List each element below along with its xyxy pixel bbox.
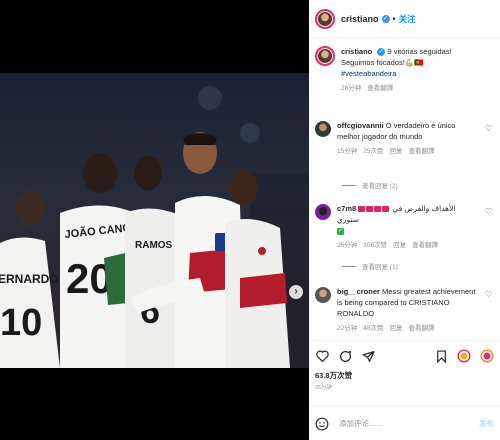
post-header: cristiano ✓ • 关注 <box>309 0 500 38</box>
emoji-icon[interactable] <box>315 417 329 431</box>
verified-badge-icon: ✓ <box>381 14 390 23</box>
comment-username[interactable]: big__croner <box>337 287 380 296</box>
action-bar: 63.8万次赞 26分钟 <box>309 340 500 406</box>
post-photo[interactable]: ERNARDO 10 JOÃO CANCELO 20 RAMOS 6 › <box>0 73 309 368</box>
comment-item: c7m8 الأهداف والفرص في ستوري ✓ 25分钟 106次… <box>309 203 500 251</box>
siren-emoji-icon <box>358 206 366 213</box>
comment-reply-link[interactable]: 回复 <box>393 240 406 251</box>
verified-badge-icon: ✓ <box>377 48 386 57</box>
comment-translate-link[interactable]: 查看翻譯 <box>408 323 434 334</box>
post-side-panel: cristiano ✓ • 关注 cristiano ✓ 9 vitórias … <box>309 0 500 440</box>
comment-reply-link[interactable]: 回复 <box>389 146 402 157</box>
photo-illustration: ERNARDO 10 JOÃO CANCELO 20 RAMOS 6 <box>0 86 309 368</box>
comment-reply-link[interactable]: 回复 <box>389 323 402 334</box>
add-comment-bar: 发布 <box>309 406 500 440</box>
media-pane: ERNARDO 10 JOÃO CANCELO 20 RAMOS 6 › <box>0 0 309 440</box>
caption-time: 26分钟 <box>341 85 362 92</box>
comment-likes[interactable]: 106次赞 <box>363 240 387 251</box>
comment-avatar[interactable] <box>315 287 331 303</box>
comment-item: offcgiovannii O verdadeiro é único melho… <box>309 120 500 157</box>
follow-button[interactable]: 关注 <box>399 13 416 25</box>
comment-username[interactable]: offcgiovannii <box>337 121 384 130</box>
comment-time: 25分钟 <box>337 242 358 249</box>
siren-emoji-icon <box>366 206 374 213</box>
comment-bubble-icon[interactable] <box>338 349 352 363</box>
jersey-name-3: RAMOS <box>135 240 173 251</box>
caption-username[interactable]: cristiano <box>341 47 372 56</box>
comment-username[interactable]: c7m8 <box>337 204 356 213</box>
caption-translate-link[interactable]: 查看翻譯 <box>367 83 393 94</box>
chevron-right-icon[interactable]: › <box>289 285 303 299</box>
story-ring-icon[interactable] <box>480 349 494 363</box>
check-emoji-icon: ✓ <box>337 227 344 235</box>
avatar[interactable] <box>315 8 335 29</box>
comment-time: 22分钟 <box>337 325 358 332</box>
comment-item: big__croner Messi greatest achievement i… <box>309 286 500 334</box>
comment-translate-link[interactable]: 查看翻譯 <box>408 146 434 157</box>
caption-text-line2: Seguimos focados!💪🏼🇵🇹 <box>341 58 424 67</box>
post-date: 26分钟 <box>315 385 333 391</box>
comment-like-heart-icon[interactable]: ♡ <box>485 124 492 133</box>
comment-avatar[interactable] <box>315 204 331 220</box>
jersey-name-1: ERNARDO <box>0 272 59 286</box>
header-username[interactable]: cristiano <box>341 14 379 24</box>
comment-input[interactable] <box>339 419 479 428</box>
siren-emoji-icon <box>374 206 382 213</box>
caption-avatar[interactable] <box>315 46 335 66</box>
view-replies-link[interactable]: 查看回复 (1) <box>342 261 398 271</box>
comment-like-heart-icon[interactable]: ♡ <box>485 207 492 216</box>
siren-emoji-icon <box>382 206 390 213</box>
comment-like-heart-icon[interactable]: ♡ <box>485 290 492 299</box>
likes-count[interactable]: 63.8万次赞 <box>315 370 494 381</box>
comment-translate-link[interactable]: 查看翻譯 <box>412 240 438 251</box>
like-heart-icon[interactable] <box>315 349 329 363</box>
post-comment-button[interactable]: 发布 <box>479 418 494 429</box>
comment-avatar[interactable] <box>315 121 331 137</box>
jersey-number-1: 10 <box>0 302 42 344</box>
comment-likes[interactable]: 48次赞 <box>363 323 383 334</box>
story-ring-icon[interactable] <box>457 349 471 363</box>
caption: cristiano ✓ 9 vitórias seguidas! Seguimo… <box>309 38 500 94</box>
view-replies-link[interactable]: 查看回复 (2) <box>342 180 398 190</box>
share-plane-icon[interactable] <box>361 349 375 363</box>
bookmark-icon[interactable] <box>434 349 448 363</box>
dot-separator: • <box>392 13 396 24</box>
comment-likes[interactable]: 25次赞 <box>363 146 383 157</box>
caption-text: 9 vitórias seguidas! <box>387 47 452 56</box>
comment-time: 15分钟 <box>337 148 358 155</box>
hashtag-link[interactable]: #vesteabandeira <box>341 68 491 79</box>
